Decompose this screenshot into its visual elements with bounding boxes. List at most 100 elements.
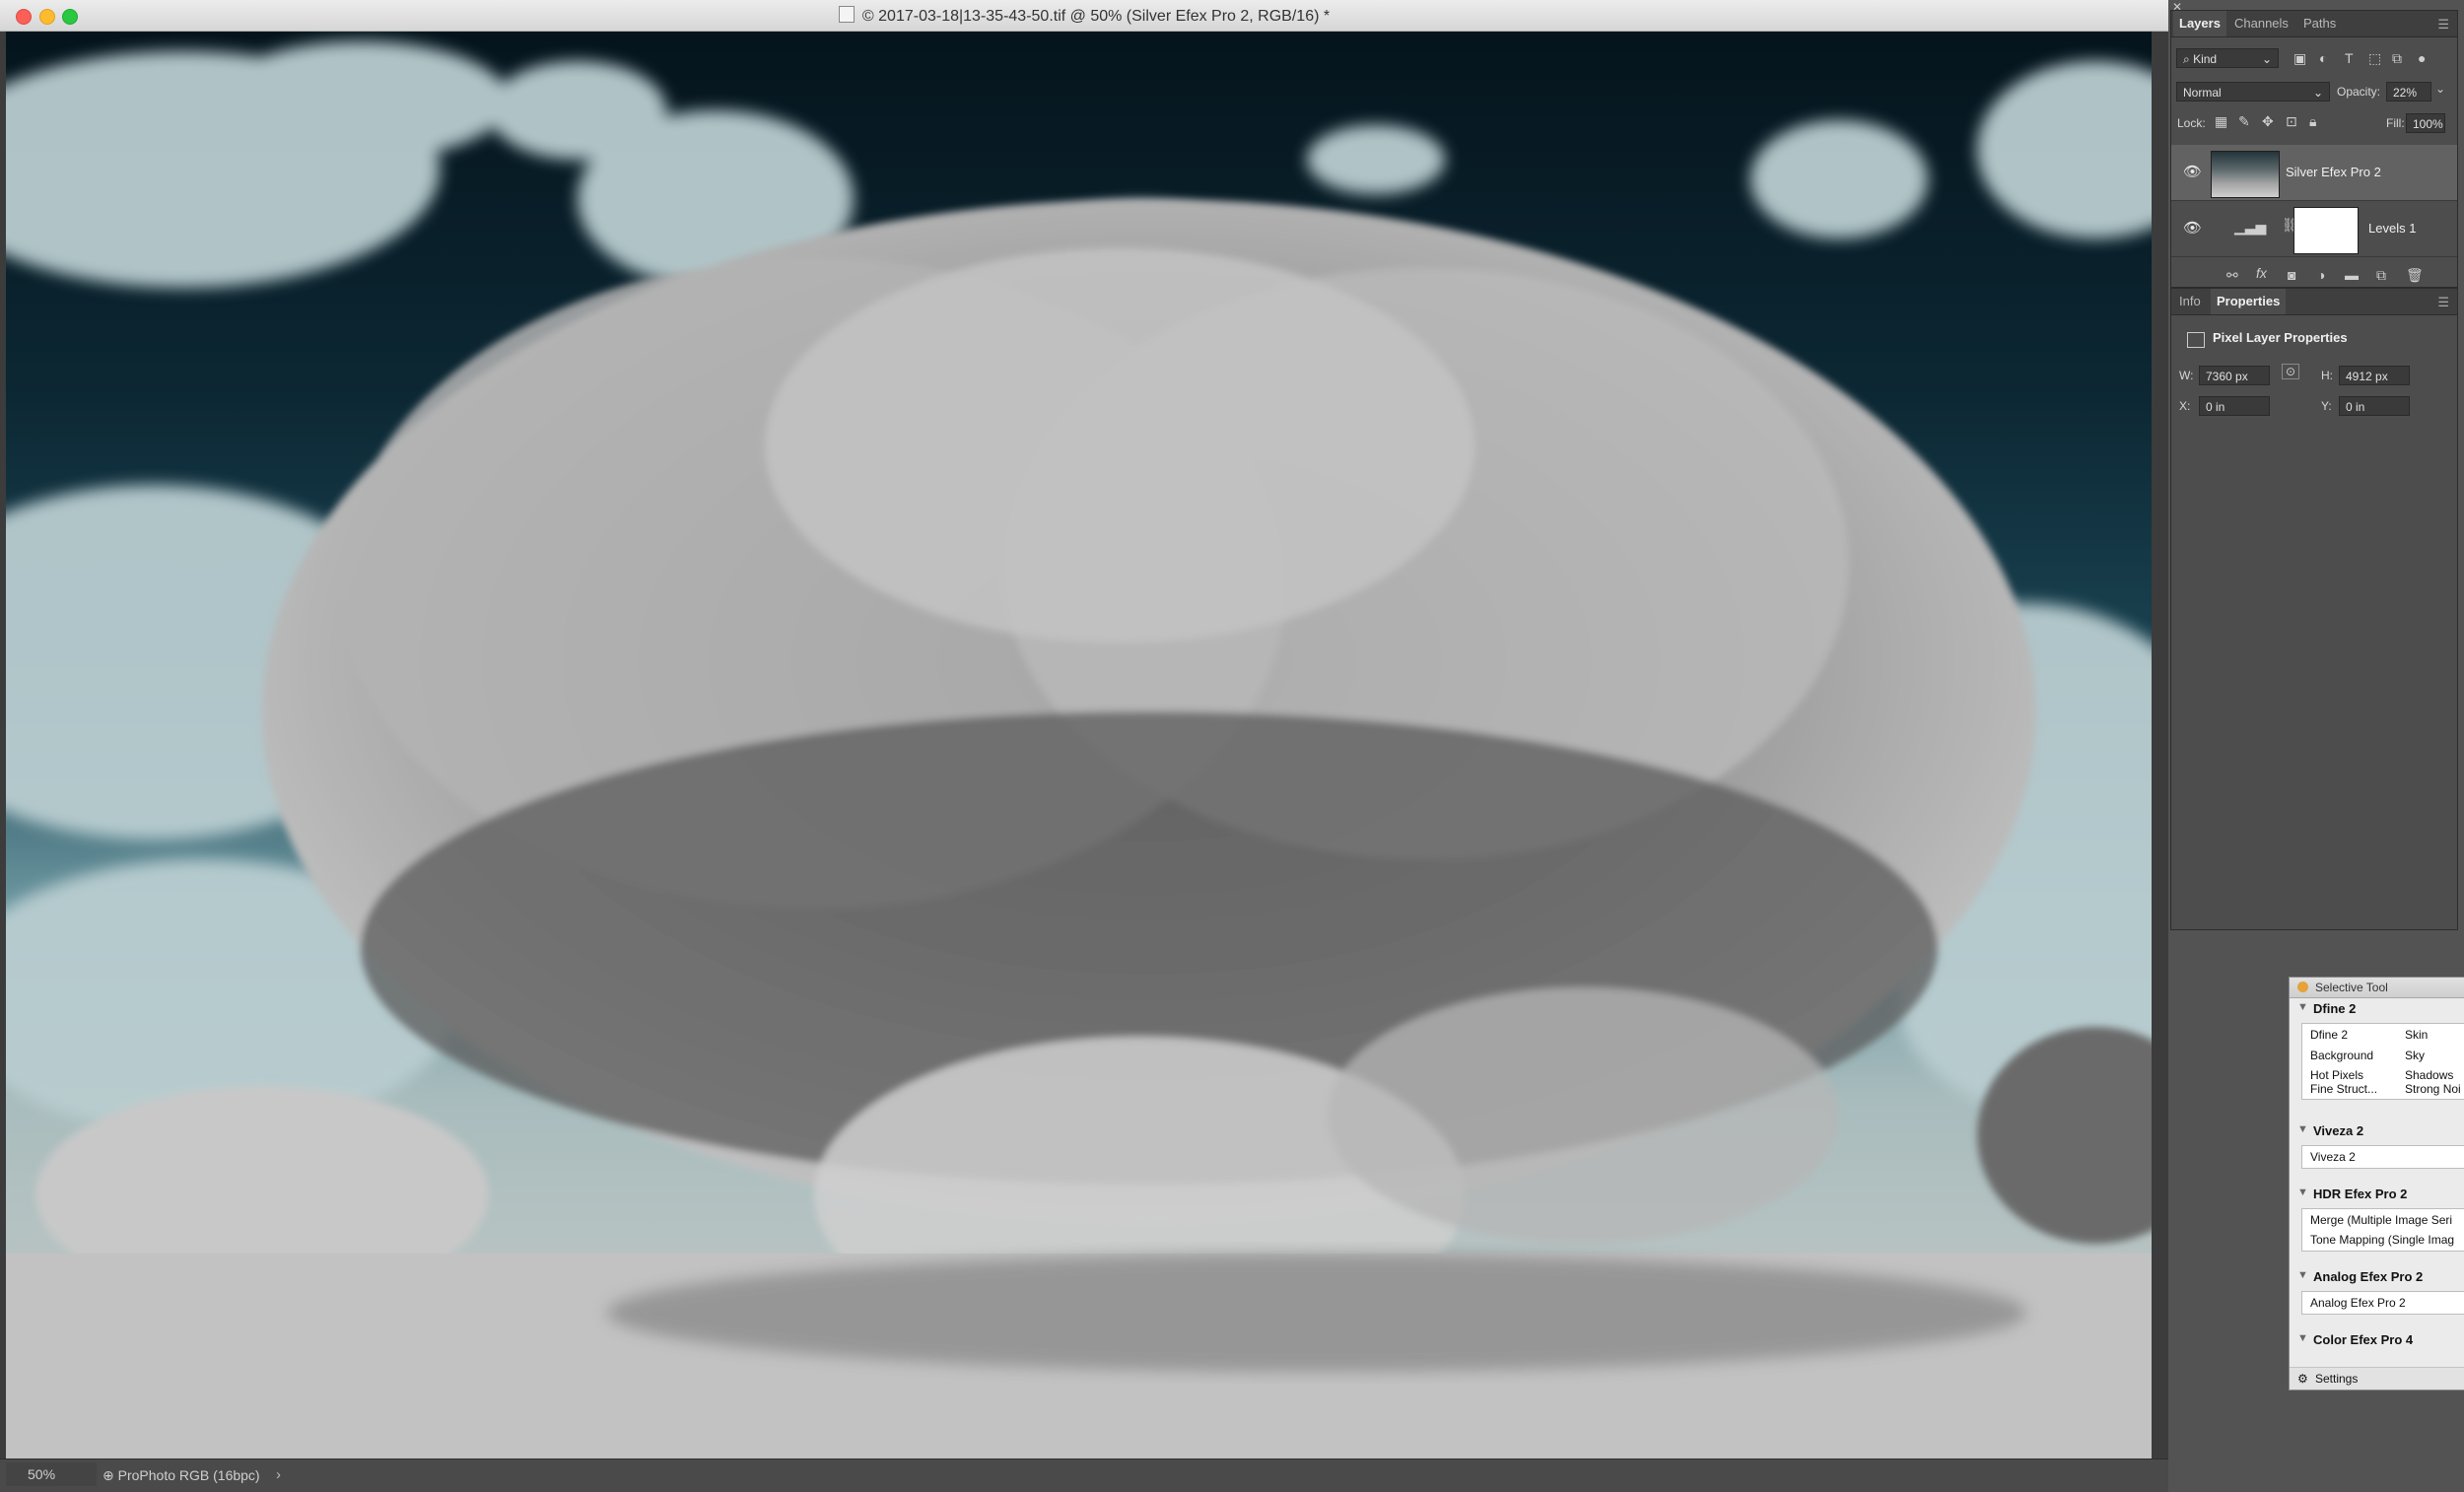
panel-menu-icon[interactable]: ☰ bbox=[2437, 295, 2449, 310]
fill-field[interactable]: 100% bbox=[2406, 113, 2445, 133]
document-profile[interactable]: ⊕ ProPhoto RGB (16bpc) bbox=[103, 1467, 260, 1484]
settings-label: Settings bbox=[2315, 1372, 2359, 1386]
group-analog-efex[interactable]: ▼ Analog Efex Pro 2 bbox=[2290, 1269, 2464, 1284]
lock-transparent-icon[interactable]: ▦ bbox=[2215, 113, 2227, 130]
visibility-eye-icon[interactable]: 👁︎ bbox=[2183, 219, 2202, 237]
group-dfine[interactable]: ▼ Dfine 2 bbox=[2290, 1001, 2464, 1016]
title-bar[interactable]: © 2017-03-18|13-35-43-50.tif @ 50% (Silv… bbox=[0, 0, 2168, 32]
tab-paths[interactable]: Paths bbox=[2297, 11, 2342, 36]
group-color-efex[interactable]: ▼ Color Efex Pro 4 bbox=[2290, 1332, 2464, 1347]
properties-title: Pixel Layer Properties bbox=[2213, 330, 2348, 345]
filter-toggle-icon[interactable]: ● bbox=[2418, 50, 2426, 66]
status-menu-arrow[interactable]: › bbox=[276, 1466, 281, 1483]
document-icon bbox=[838, 6, 855, 23]
height-field[interactable]: 4912 px bbox=[2339, 366, 2410, 385]
width-label: W: bbox=[2179, 369, 2194, 382]
visibility-eye-icon[interactable]: 👁︎ bbox=[2183, 163, 2202, 180]
image-canvas[interactable] bbox=[6, 32, 2152, 1458]
info-icon: ⊕ bbox=[103, 1467, 118, 1483]
layer-name: Levels 1 bbox=[2368, 221, 2417, 236]
selective-tool-titlebar[interactable]: Selective Tool bbox=[2290, 978, 2464, 998]
group-title: Dfine 2 bbox=[2313, 1001, 2357, 1016]
zoom-field[interactable]: 50% bbox=[6, 1462, 97, 1486]
item-tone-mapping[interactable]: Tone Mapping (Single Imag bbox=[2310, 1233, 2454, 1247]
new-layer-icon[interactable]: ⧉ bbox=[2376, 267, 2386, 284]
width-field[interactable]: 7360 px bbox=[2199, 366, 2270, 385]
item-sky[interactable]: Sky bbox=[2405, 1049, 2425, 1062]
group-title: Viveza 2 bbox=[2313, 1123, 2364, 1138]
group-viveza[interactable]: ▼ Viveza 2 bbox=[2290, 1123, 2464, 1138]
filter-adjustment-icon[interactable]: ◐ bbox=[2319, 50, 2327, 66]
settings-button[interactable]: ⚙︎ Settings bbox=[2290, 1367, 2464, 1390]
blend-mode-select[interactable]: Normal ⌄ bbox=[2176, 82, 2330, 102]
properties-tab-bar: Info Properties ☰ bbox=[2171, 289, 2457, 315]
lock-move-icon[interactable]: ✥ bbox=[2262, 113, 2274, 130]
fill-label: Fill: bbox=[2386, 116, 2405, 130]
group-hdr-efex[interactable]: ▼ HDR Efex Pro 2 bbox=[2290, 1187, 2464, 1201]
profile-text: ProPhoto RGB (16bpc) bbox=[117, 1467, 260, 1483]
tab-layers[interactable]: Layers bbox=[2173, 11, 2226, 36]
lock-artboard-icon[interactable]: ⊡ bbox=[2286, 113, 2297, 130]
layer-mask-thumbnail[interactable] bbox=[2293, 207, 2359, 254]
filter-shape-icon[interactable]: ⬚ bbox=[2368, 50, 2381, 67]
levels-adjustment-icon: ▁▃▅ bbox=[2234, 219, 2267, 235]
blend-mode-value: Normal bbox=[2183, 86, 2222, 100]
properties-panel: Info Properties ☰ Pixel Layer Properties… bbox=[2170, 288, 2458, 930]
item-merge[interactable]: Merge (Multiple Image Seri bbox=[2310, 1213, 2452, 1227]
document-window: © 2017-03-18|13-35-43-50.tif @ 50% (Silv… bbox=[0, 0, 2168, 1492]
item-fine-structure[interactable]: Fine Struct... bbox=[2310, 1082, 2377, 1096]
dfine-item-box: Dfine 2 Skin Background Sky Hot Pixels S… bbox=[2301, 1023, 2464, 1100]
viveza-item-box: Viveza 2 bbox=[2301, 1145, 2464, 1169]
nik-logo-icon bbox=[2297, 982, 2308, 992]
filter-type-icon[interactable]: T bbox=[2345, 50, 2354, 66]
item-analog-efex[interactable]: Analog Efex Pro 2 bbox=[2310, 1296, 2406, 1310]
filter-kind-select[interactable]: ⌕ Kind ⌄ bbox=[2176, 48, 2279, 68]
link-dimensions-icon[interactable]: ⊙ bbox=[2282, 364, 2300, 379]
analog-item-box: Analog Efex Pro 2 bbox=[2301, 1291, 2464, 1315]
tab-info[interactable]: Info bbox=[2173, 289, 2207, 314]
y-label: Y: bbox=[2321, 399, 2332, 413]
filter-smart-object-icon[interactable]: ⧉ bbox=[2392, 50, 2402, 67]
folder-icon[interactable]: ▬ bbox=[2345, 267, 2359, 283]
link-icon[interactable]: ⚯ bbox=[2226, 267, 2238, 284]
item-dfine[interactable]: Dfine 2 bbox=[2310, 1028, 2348, 1042]
lock-all-icon[interactable]: 🔒︎ bbox=[2309, 113, 2316, 130]
infrared-photo bbox=[6, 41, 2152, 1458]
layers-panel: Layers Channels Paths ☰ ⌕ Kind ⌄ ▣ ◐ T ⬚ … bbox=[2170, 10, 2458, 288]
x-field[interactable]: 0 in bbox=[2199, 396, 2270, 416]
mask-icon[interactable]: ◙ bbox=[2288, 267, 2295, 283]
item-strong-noise[interactable]: Strong Noi bbox=[2405, 1082, 2461, 1096]
filter-pixel-icon[interactable]: ▣ bbox=[2293, 50, 2306, 67]
fx-icon[interactable]: fx bbox=[2256, 265, 2267, 281]
tab-channels[interactable]: Channels bbox=[2228, 11, 2294, 36]
layer-row-silver-efex[interactable]: 👁︎ Silver Efex Pro 2 bbox=[2171, 145, 2457, 201]
disclosure-triangle-icon: ▼ bbox=[2297, 1001, 2308, 1013]
disclosure-triangle-icon: ▼ bbox=[2297, 1332, 2308, 1344]
item-hot-pixels[interactable]: Hot Pixels bbox=[2310, 1068, 2363, 1082]
height-label: H: bbox=[2321, 369, 2333, 382]
selective-tool-title: Selective Tool bbox=[2315, 981, 2388, 994]
chevron-down-icon: ⌄ bbox=[2312, 86, 2323, 100]
layer-name: Silver Efex Pro 2 bbox=[2286, 165, 2381, 179]
panel-menu-icon[interactable]: ☰ bbox=[2437, 17, 2449, 33]
layer-row-levels[interactable]: 👁︎ ▁▃▅ ⛓︎ Levels 1 bbox=[2171, 201, 2457, 257]
y-field[interactable]: 0 in bbox=[2339, 396, 2410, 416]
item-shadows[interactable]: Shadows bbox=[2405, 1068, 2453, 1082]
item-background[interactable]: Background bbox=[2310, 1049, 2373, 1062]
item-viveza[interactable]: Viveza 2 bbox=[2310, 1150, 2356, 1164]
tab-properties[interactable]: Properties bbox=[2211, 289, 2287, 314]
opacity-field[interactable]: 22% bbox=[2386, 82, 2431, 102]
adjustment-icon[interactable]: ◑ bbox=[2317, 267, 2325, 283]
disclosure-triangle-icon: ▼ bbox=[2297, 1123, 2308, 1135]
settings-icon: ⚙︎ bbox=[2297, 1372, 2308, 1386]
lock-brush-icon[interactable]: ✎ bbox=[2238, 113, 2250, 130]
filter-kind-label: Kind bbox=[2193, 52, 2218, 66]
lock-label: Lock: bbox=[2177, 116, 2206, 130]
disclosure-triangle-icon: ▼ bbox=[2297, 1187, 2308, 1198]
layer-thumbnail bbox=[2211, 151, 2280, 198]
group-title: Analog Efex Pro 2 bbox=[2313, 1269, 2424, 1284]
window-title: © 2017-03-18|13-35-43-50.tif @ 50% (Silv… bbox=[861, 8, 1331, 25]
opacity-dropdown-icon[interactable]: ⌄ bbox=[2435, 82, 2445, 96]
trash-icon[interactable]: 🗑︎ bbox=[2406, 267, 2424, 284]
item-skin[interactable]: Skin bbox=[2405, 1028, 2428, 1042]
